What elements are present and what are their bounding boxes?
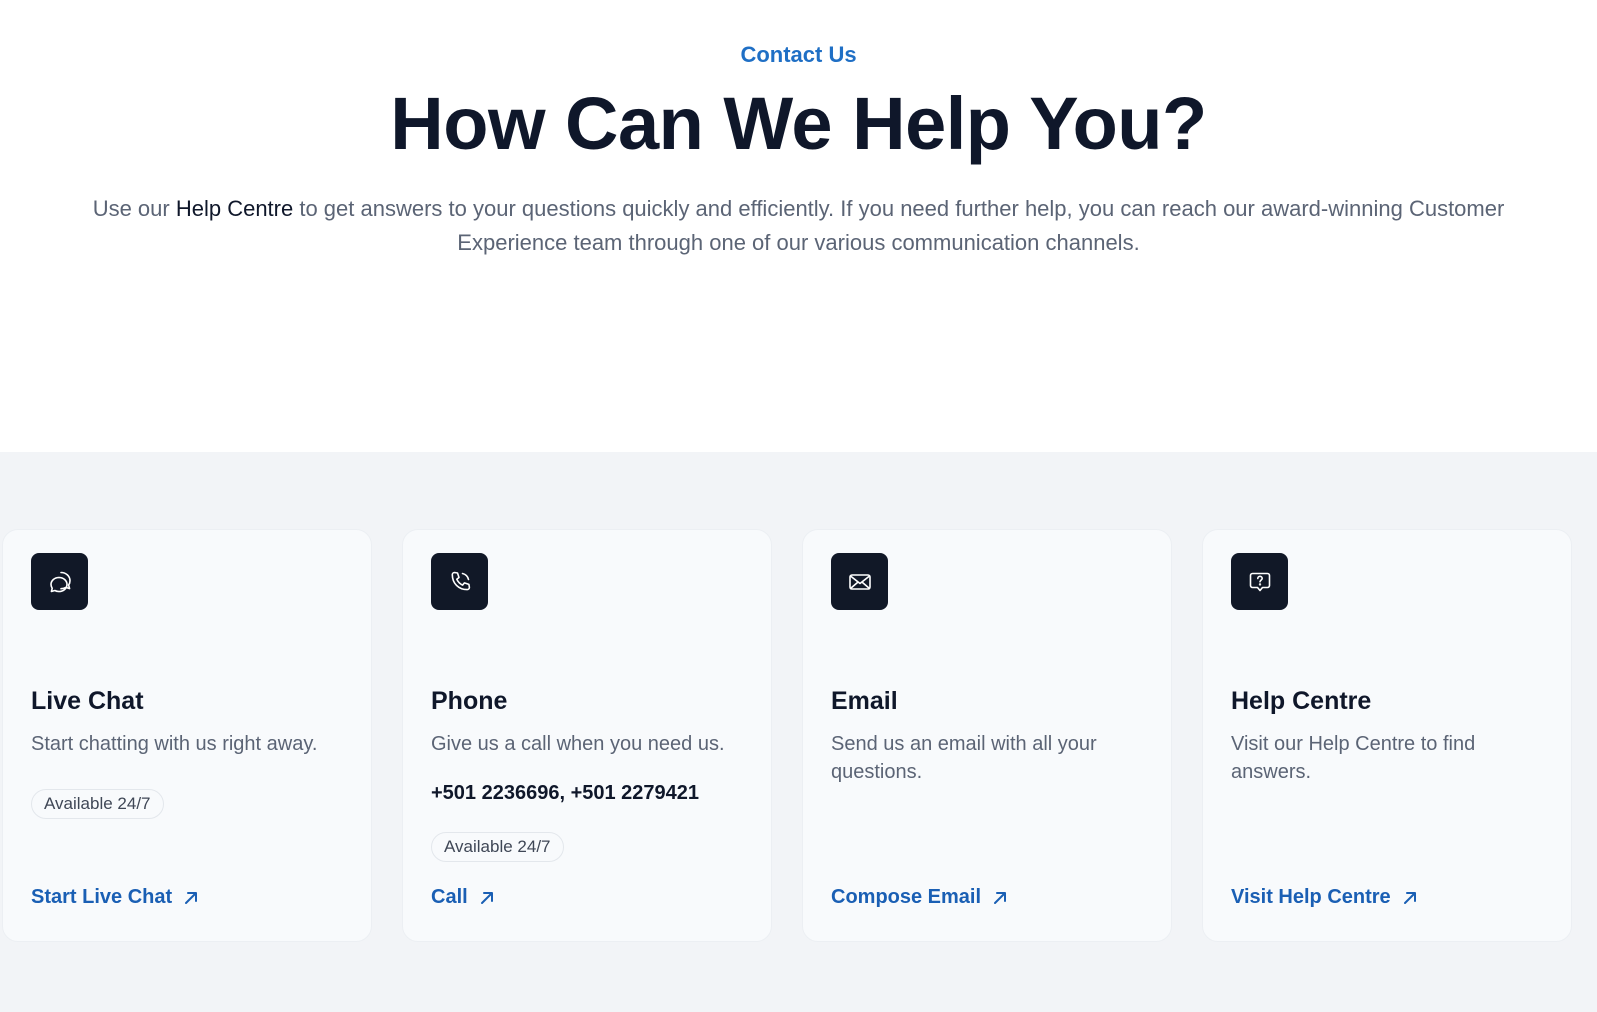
- card-title: Help Centre: [1231, 687, 1372, 715]
- card-description: Send us an email with all your questions…: [831, 733, 1097, 783]
- contact-hero: Contact Us How Can We Help You? Use our …: [0, 0, 1597, 452]
- call-link[interactable]: Call: [431, 886, 496, 909]
- card-description: Visit our Help Centre to find answers.: [1231, 733, 1476, 783]
- help-centre-card: Help Centre Visit our Help Centre to fin…: [1202, 529, 1572, 942]
- chat-icon: [31, 553, 88, 610]
- intro-text-end: to get answers to your questions quickly…: [293, 196, 1505, 255]
- card-title: Email: [831, 687, 898, 715]
- card-description: Start chatting with us right away.: [31, 733, 318, 755]
- phone-card: Phone Give us a call when you need us. +…: [402, 529, 772, 942]
- arrow-up-right-icon: [1403, 891, 1416, 904]
- live-chat-card: Live Chat Start chatting with us right a…: [2, 529, 372, 942]
- arrow-up-right-icon: [480, 891, 493, 904]
- link-label: Visit Help Centre: [1231, 886, 1391, 908]
- phone-numbers: +501 2236696, +501 2279421: [431, 782, 700, 804]
- availability-badge: Available 24/7: [431, 832, 564, 862]
- start-live-chat-link[interactable]: Start Live Chat: [31, 886, 200, 909]
- link-label: Compose Email: [831, 886, 982, 908]
- envelope-icon: [831, 553, 888, 610]
- card-title: Live Chat: [31, 687, 144, 715]
- arrow-up-right-icon: [185, 891, 198, 904]
- availability-badge: Available 24/7: [31, 789, 164, 819]
- contact-us-eyebrow[interactable]: Contact Us: [740, 42, 856, 68]
- page-title: How Can We Help You?: [390, 82, 1207, 165]
- contact-channels: Live Chat Start chatting with us right a…: [0, 452, 1597, 1012]
- arrow-up-right-icon: [994, 891, 1007, 904]
- intro-text: Use our Help Centre to get answers to yo…: [49, 192, 1549, 260]
- email-card: Email Send us an email with all your que…: [802, 529, 1172, 942]
- card-title: Phone: [431, 687, 508, 715]
- visit-help-centre-link[interactable]: Visit Help Centre: [1231, 886, 1419, 909]
- intro-text-start: Use our: [92, 196, 176, 221]
- link-label: Call: [431, 886, 468, 908]
- phone-icon: [431, 553, 488, 610]
- card-description: Give us a call when you need us.: [431, 733, 725, 755]
- link-label: Start Live Chat: [31, 886, 173, 908]
- help-question-icon: [1231, 553, 1288, 610]
- compose-email-link[interactable]: Compose Email: [831, 886, 1009, 909]
- help-centre-inline-link[interactable]: Help Centre: [176, 196, 293, 221]
